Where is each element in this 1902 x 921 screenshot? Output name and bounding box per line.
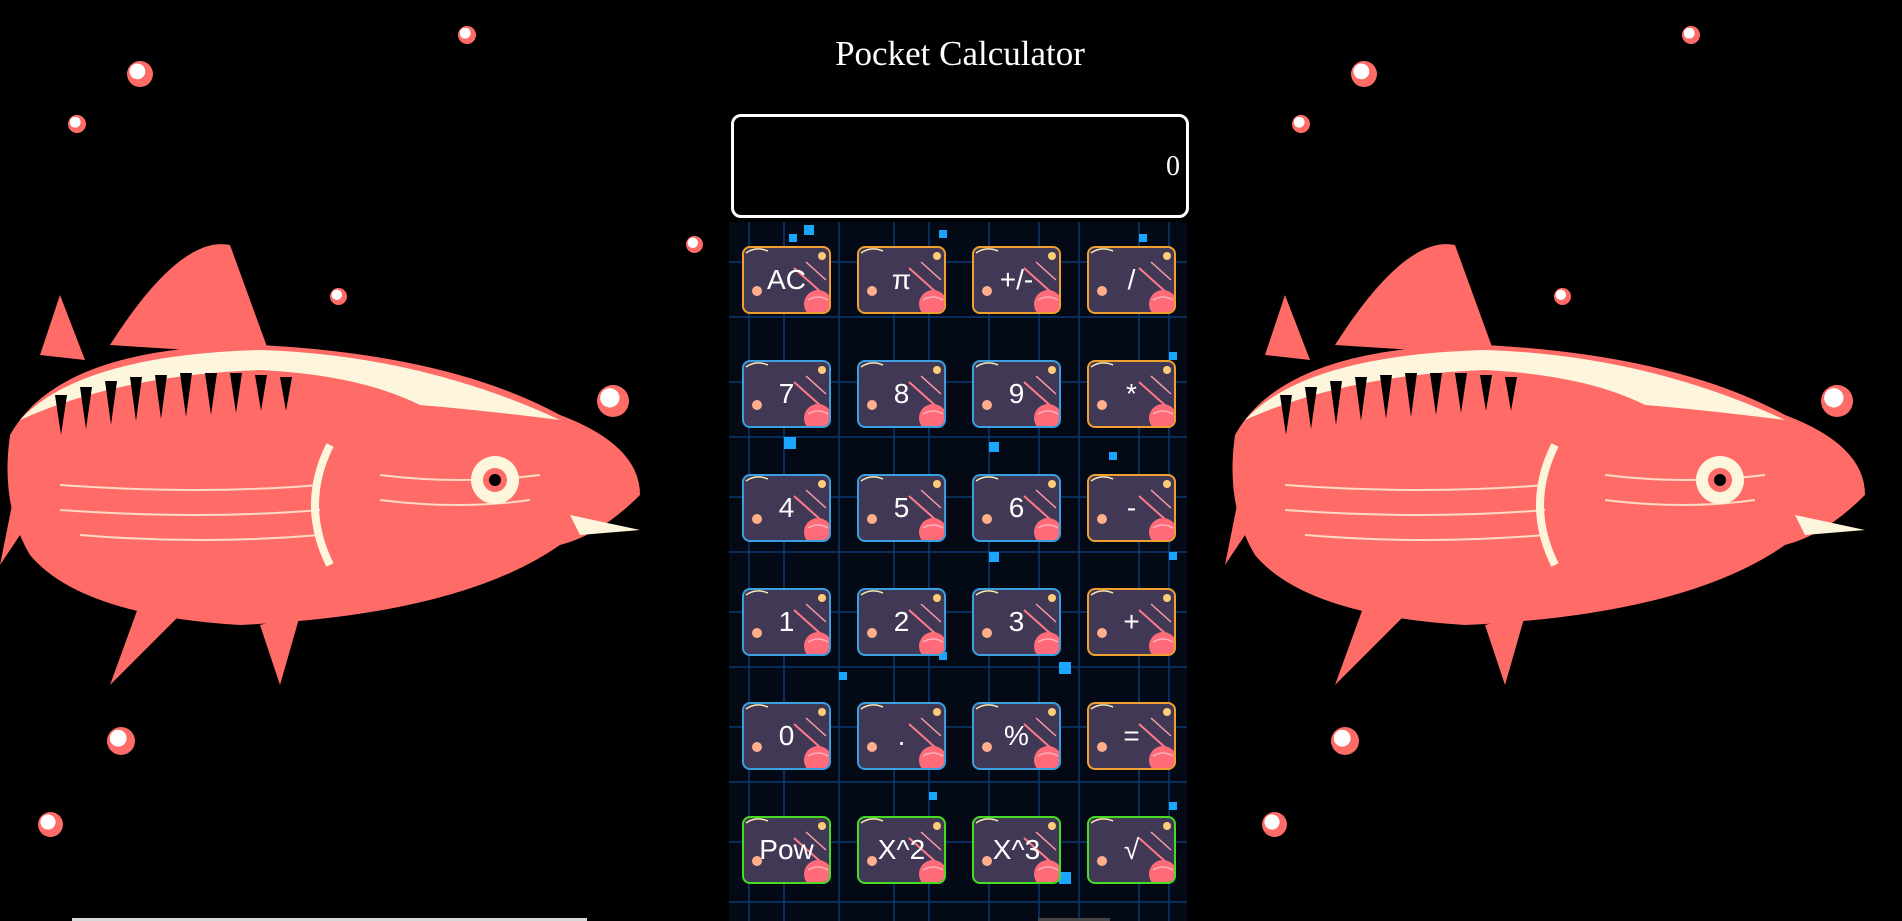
bubble-decoration bbox=[330, 288, 347, 305]
key-label: 5 bbox=[893, 492, 910, 523]
key-label: - bbox=[1126, 492, 1137, 523]
key-label: 4 bbox=[778, 492, 795, 523]
key-label: π bbox=[891, 264, 912, 295]
key-label: . bbox=[897, 720, 906, 751]
percent-button[interactable]: % bbox=[972, 702, 1061, 770]
pi-button[interactable]: π bbox=[857, 246, 946, 314]
key-label: X^3 bbox=[992, 834, 1041, 865]
key-label: + bbox=[1123, 606, 1140, 637]
bubble-decoration bbox=[107, 727, 135, 755]
digit-9-button[interactable]: 9 bbox=[972, 360, 1061, 428]
fish-illustration-right bbox=[1225, 244, 1865, 685]
digit-1-button[interactable]: 1 bbox=[742, 588, 831, 656]
key-label: 1 bbox=[778, 606, 795, 637]
digit-5-button[interactable]: 5 bbox=[857, 474, 946, 542]
page-title: Pocket Calculator bbox=[835, 34, 1085, 73]
bubble-decoration bbox=[1821, 385, 1853, 417]
sign-toggle-button[interactable]: +/- bbox=[972, 246, 1061, 314]
digit-8-button[interactable]: 8 bbox=[857, 360, 946, 428]
divide-button[interactable]: / bbox=[1087, 246, 1176, 314]
digit-4-button[interactable]: 4 bbox=[742, 474, 831, 542]
key-label: 7 bbox=[778, 378, 795, 409]
bubble-decoration bbox=[597, 385, 629, 417]
key-label: 3 bbox=[1008, 606, 1025, 637]
page-background: Pocket Calculator 0 AC π +/- / 7 8 9 * 4… bbox=[0, 0, 1902, 921]
key-label: √ bbox=[1123, 834, 1140, 865]
key-label: 2 bbox=[893, 606, 910, 637]
key-label: 0 bbox=[778, 720, 795, 751]
decimal-button[interactable]: . bbox=[857, 702, 946, 770]
subtract-button[interactable]: - bbox=[1087, 474, 1176, 542]
key-label: % bbox=[1004, 720, 1029, 751]
ac-button[interactable]: AC bbox=[742, 246, 831, 314]
sqrt-button[interactable]: √ bbox=[1087, 816, 1176, 884]
key-label: AC bbox=[767, 264, 806, 295]
key-label: +/- bbox=[999, 264, 1034, 295]
calculator-keypad: AC π +/- / 7 8 9 * 4 5 6 - 1 2 3 +0.% = Pow X^2 X^3 √ bbox=[742, 246, 1182, 884]
cube-button[interactable]: X^3 bbox=[972, 816, 1061, 884]
bubble-decoration bbox=[38, 812, 63, 837]
key-label: X^2 bbox=[877, 834, 926, 865]
digit-7-button[interactable]: 7 bbox=[742, 360, 831, 428]
key-label: * bbox=[1126, 378, 1137, 409]
add-button[interactable]: + bbox=[1087, 588, 1176, 656]
key-label: 6 bbox=[1008, 492, 1025, 523]
bubble-decoration bbox=[1331, 727, 1359, 755]
key-label: 8 bbox=[893, 378, 910, 409]
key-label: = bbox=[1123, 720, 1140, 751]
equals-button[interactable]: = bbox=[1087, 702, 1176, 770]
fish-illustration-left bbox=[0, 244, 640, 685]
key-label: / bbox=[1127, 264, 1136, 295]
digit-2-button[interactable]: 2 bbox=[857, 588, 946, 656]
bubble-decoration bbox=[68, 115, 86, 133]
multiply-button[interactable]: * bbox=[1087, 360, 1176, 428]
digit-6-button[interactable]: 6 bbox=[972, 474, 1061, 542]
bubble-decoration bbox=[1292, 115, 1310, 133]
key-label: Pow bbox=[759, 834, 814, 865]
square-button[interactable]: X^2 bbox=[857, 816, 946, 884]
key-label: 9 bbox=[1008, 378, 1025, 409]
bubble-decoration bbox=[686, 236, 703, 253]
calculator-display: 0 bbox=[731, 114, 1189, 218]
digit-0-button[interactable]: 0 bbox=[742, 702, 831, 770]
digit-3-button[interactable]: 3 bbox=[972, 588, 1061, 656]
bubble-decoration bbox=[1554, 288, 1571, 305]
power-button[interactable]: Pow bbox=[742, 816, 831, 884]
bubble-decoration bbox=[1262, 812, 1287, 837]
